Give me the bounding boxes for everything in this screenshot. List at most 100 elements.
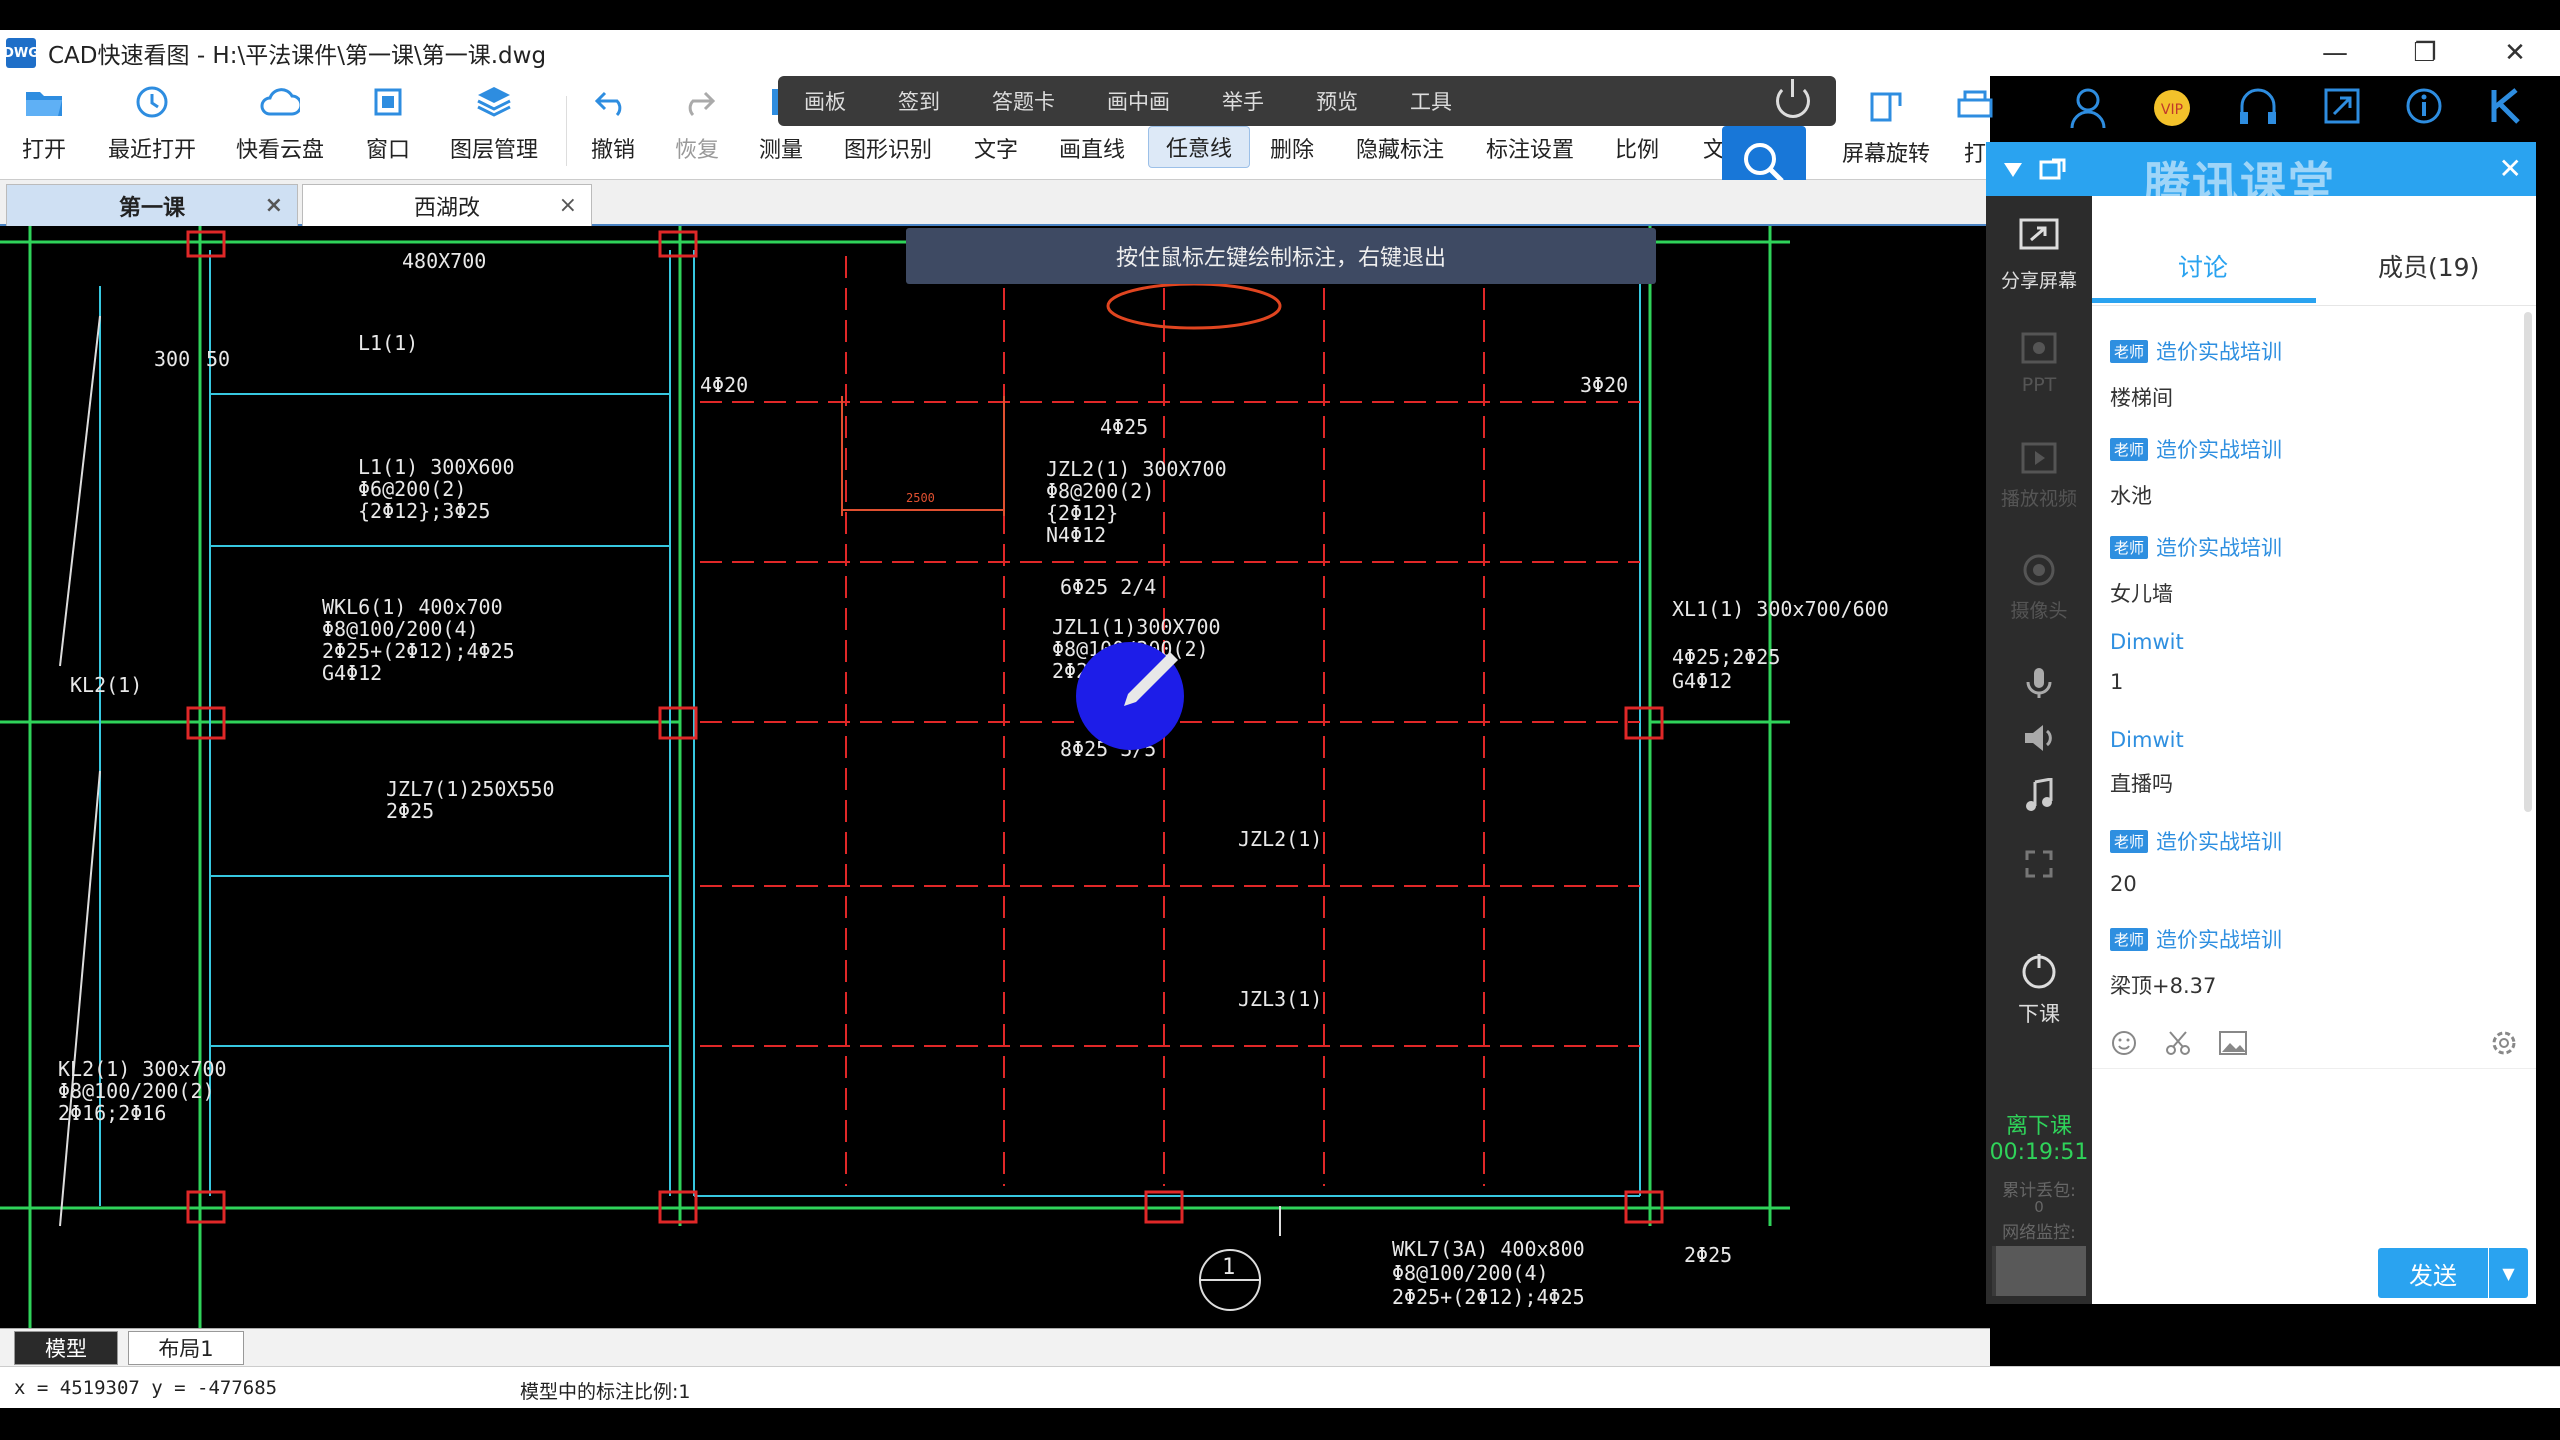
cloud-button[interactable]: 快看云盘 bbox=[232, 76, 328, 176]
annotation-text: L1(1) bbox=[358, 331, 418, 355]
annotation-scale: 模型中的标注比例:1 bbox=[520, 1381, 691, 1403]
send-button[interactable]: 发送 ▼ bbox=[2378, 1248, 2528, 1298]
ppt-button[interactable]: PPT bbox=[1986, 330, 2092, 396]
scale-label: 比例 bbox=[1614, 138, 1659, 163]
annotation-text: 3Φ20 bbox=[1580, 373, 1628, 397]
annotation-text: 2Φ25 bbox=[1684, 1243, 1732, 1267]
teacher-badge: 老师 bbox=[2110, 829, 2149, 853]
settings-icon[interactable] bbox=[2490, 1029, 2518, 1057]
fullscreen-button[interactable] bbox=[1986, 848, 2092, 880]
chat-toolbar bbox=[2092, 1018, 2536, 1068]
annotation-text: JZL2(1) bbox=[1238, 827, 1322, 851]
annotation-text: L1(1) 300X600 bbox=[358, 455, 515, 479]
emoji-icon[interactable] bbox=[2110, 1029, 2138, 1057]
chat-message: 老师 造价实战培训 楼梯间 bbox=[2110, 336, 2530, 412]
chat-message: Dimwit 1 bbox=[2110, 630, 2530, 694]
chat-message: Dimwit 直播吗 bbox=[2110, 728, 2530, 798]
message-text: 20 bbox=[2110, 872, 2137, 896]
k-logo-icon[interactable] bbox=[2486, 86, 2526, 126]
layers-button[interactable]: 图层管理 bbox=[446, 76, 542, 176]
share-screen-button[interactable]: 分享屏幕 bbox=[1986, 216, 2092, 293]
shape-recognition-label: 图形识别 bbox=[843, 138, 932, 163]
teacher-badge: 老师 bbox=[2110, 927, 2149, 951]
close-icon[interactable]: × bbox=[559, 193, 577, 218]
print-icon bbox=[1955, 86, 1995, 126]
cad-canvas[interactable]: 480X700 300 50 L1(1) 4Φ20 4Φ25 3Φ20 L1(1… bbox=[0, 226, 1990, 1332]
teacher-badge: 老师 bbox=[2110, 437, 2149, 461]
headset-icon[interactable] bbox=[2236, 86, 2280, 130]
rotate-screen-icon bbox=[1866, 86, 1906, 126]
close-icon[interactable]: ✕ bbox=[2490, 33, 2540, 73]
classroom-header[interactable]: 腾讯课堂 ✕ bbox=[1986, 142, 2536, 211]
mic-icon bbox=[2026, 668, 2052, 698]
popout-icon[interactable] bbox=[2038, 157, 2068, 181]
annotation-text: 4Φ20 bbox=[700, 373, 748, 397]
tools-button[interactable]: 工具 bbox=[1384, 86, 1478, 116]
annotation-text: Φ8@100/200(4) bbox=[1392, 1261, 1549, 1285]
play-video-button[interactable]: 播放视频 bbox=[1986, 440, 2092, 511]
send-options-icon[interactable]: ▼ bbox=[2488, 1248, 2528, 1298]
expand-icon[interactable] bbox=[2322, 86, 2362, 126]
tab-discussion[interactable]: 讨论 bbox=[2178, 248, 2228, 284]
ppt-icon bbox=[2021, 332, 2057, 364]
message-sender: 造价实战培训 bbox=[2156, 830, 2283, 854]
annotation-text: 2Φ25+(2Φ12);4Φ25 bbox=[1392, 1285, 1585, 1309]
annotation-text: 4Φ25;2Φ25 bbox=[1672, 645, 1780, 669]
redo-button[interactable]: 恢复 bbox=[672, 76, 722, 176]
freehand-line-button[interactable]: 任意线 bbox=[1148, 126, 1250, 168]
scissors-icon[interactable] bbox=[2164, 1029, 2192, 1057]
tab-model[interactable]: 模型 bbox=[14, 1331, 118, 1365]
tab-xihu[interactable]: 西湖改 × bbox=[302, 184, 592, 226]
annotation-text: 2Φ25+(2Φ12);4Φ25 bbox=[322, 639, 515, 663]
measure-label: 测量 bbox=[758, 138, 803, 163]
raise-hand-button[interactable]: 举手 bbox=[1196, 86, 1290, 116]
message-text: 1 bbox=[2110, 670, 2124, 694]
tab-layout1[interactable]: 布局1 bbox=[128, 1331, 244, 1365]
rotate-screen-label: 屏幕旋转 bbox=[1841, 142, 1930, 167]
packet-loss-value: 0 bbox=[2034, 1198, 2044, 1216]
undo-button[interactable]: 撤销 bbox=[588, 76, 638, 176]
drawing-board-button[interactable]: 画板 bbox=[778, 86, 872, 116]
end-class-button[interactable]: 下课 bbox=[1986, 948, 2092, 1028]
power-icon[interactable] bbox=[1776, 79, 1810, 118]
annotation-text: XL1(1) 300x700/600 bbox=[1672, 597, 1889, 621]
annotation-text: 6Φ25 2/4 bbox=[1060, 575, 1156, 599]
cursor-coordinates: x = 4519307 y = -477685 bbox=[14, 1377, 278, 1399]
chat-scrollbar[interactable] bbox=[2524, 312, 2532, 812]
rotate-screen-button[interactable]: 屏幕旋转 bbox=[1838, 76, 1934, 180]
classroom-chat-panel: 讨论 成员(19) 老师 造价实战培训 楼梯间 老师 造价实战培训 水池 老师 造价实… bbox=[2092, 196, 2536, 1304]
drawing-hint: 按住鼠标左键绘制标注，右键退出 bbox=[906, 228, 1656, 284]
close-icon[interactable]: × bbox=[265, 193, 283, 218]
user-icon[interactable] bbox=[2068, 86, 2108, 130]
minimize-icon[interactable]: — bbox=[2310, 33, 2360, 73]
toolbar-separator bbox=[566, 96, 567, 166]
draw-line-label: 画直线 bbox=[1058, 138, 1125, 163]
cloud-label: 快看云盘 bbox=[235, 138, 324, 163]
cloud-icon bbox=[260, 82, 300, 122]
mic-button[interactable] bbox=[1986, 666, 2092, 700]
restore-icon[interactable]: ❐ bbox=[2400, 33, 2450, 73]
pin-icon[interactable] bbox=[1998, 157, 2028, 181]
answer-card-button[interactable]: 答题卡 bbox=[966, 86, 1081, 116]
window-button[interactable]: 窗口 bbox=[364, 76, 412, 176]
camera-button[interactable]: 摄像头 bbox=[1986, 552, 2092, 623]
vip-icon[interactable]: VIP bbox=[2150, 86, 2194, 130]
music-button[interactable] bbox=[1986, 778, 2092, 812]
picture-in-picture-button[interactable]: 画中画 bbox=[1081, 86, 1196, 116]
speaker-icon bbox=[2025, 725, 2052, 751]
close-icon[interactable]: ✕ bbox=[2499, 152, 2522, 185]
open-button[interactable]: 打开 bbox=[14, 76, 74, 176]
recent-button[interactable]: 最近打开 bbox=[104, 76, 200, 176]
annotation-settings-label: 标注设置 bbox=[1485, 138, 1574, 163]
preview-button[interactable]: 预览 bbox=[1290, 86, 1384, 116]
chat-input[interactable] bbox=[2102, 1076, 2526, 1236]
chat-message: 老师 造价实战培训 女儿墙 bbox=[2110, 532, 2530, 608]
sign-in-button[interactable]: 签到 bbox=[872, 86, 966, 116]
tab-first-lesson[interactable]: 第一课 × bbox=[6, 184, 298, 226]
speaker-button[interactable] bbox=[1986, 722, 2092, 754]
teacher-badge: 老师 bbox=[2110, 339, 2149, 363]
image-icon[interactable] bbox=[2218, 1030, 2248, 1056]
network-graph bbox=[1992, 1246, 2086, 1296]
info-icon[interactable] bbox=[2404, 86, 2444, 126]
tab-members[interactable]: 成员(19) bbox=[2378, 248, 2479, 284]
